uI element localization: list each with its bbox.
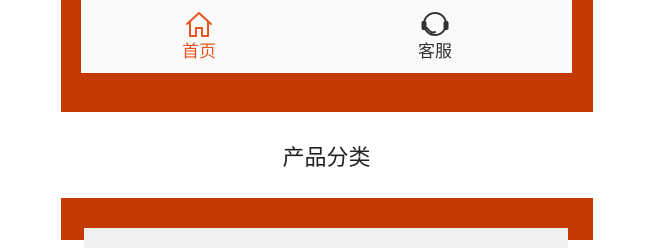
section-title: 产品分类 xyxy=(282,146,371,171)
tab-bar: 首页 客服 xyxy=(81,0,572,73)
top-frame: 首页 客服 xyxy=(61,0,593,112)
tab-home-label: 首页 xyxy=(182,42,216,62)
home-icon xyxy=(184,0,214,38)
headset-icon xyxy=(418,0,452,38)
tab-home[interactable]: 首页 xyxy=(124,0,274,73)
tab-customer-service-label: 客服 xyxy=(418,42,452,62)
bottom-frame xyxy=(61,198,593,248)
category-panel xyxy=(84,228,568,248)
tab-customer-service[interactable]: 客服 xyxy=(360,0,510,73)
